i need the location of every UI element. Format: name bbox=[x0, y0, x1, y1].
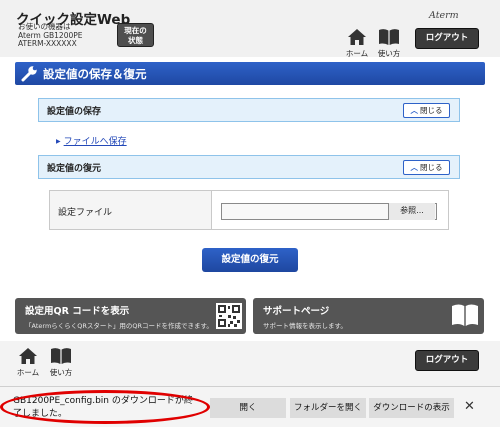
manual-nav-button[interactable]: 使い方 bbox=[376, 29, 402, 59]
panel-header: 設定値の保存＆復元 bbox=[15, 62, 485, 85]
book-icon bbox=[379, 29, 399, 45]
close-label: 閉じる bbox=[420, 106, 443, 115]
save-section-close-button[interactable]: ︿ 閉じる bbox=[403, 103, 450, 118]
file-label-cell: 設定ファイル bbox=[50, 191, 212, 229]
save-section-title: 設定値の保存 bbox=[47, 107, 102, 117]
qr-button-title: 設定用QR コードを表示 bbox=[25, 306, 130, 317]
close-icon[interactable]: ✕ bbox=[464, 400, 475, 414]
open-file-button[interactable]: 開く bbox=[210, 398, 286, 418]
download-bar: GB1200PE_config.bin のダウンロードが終 了しました。 開く … bbox=[0, 386, 500, 427]
footer-manual-button[interactable]: 使い方 bbox=[48, 348, 74, 378]
restore-section-title: 設定値の復元 bbox=[47, 164, 102, 174]
book-icon bbox=[452, 304, 478, 326]
support-button-title: サポートページ bbox=[263, 306, 330, 317]
status-label-line2: 状態 bbox=[128, 35, 143, 45]
footer-logout-button[interactable]: ログアウト bbox=[415, 350, 479, 371]
close-label: 閉じる bbox=[420, 163, 443, 172]
brand-logo: Aterm bbox=[429, 10, 459, 21]
panel-title: 設定値の保存＆復元 bbox=[43, 67, 147, 81]
download-message-line2: 了しました。 bbox=[13, 408, 68, 419]
save-to-file-link[interactable]: ▶ ファイルへ保存 bbox=[56, 134, 127, 147]
wrench-icon bbox=[21, 66, 37, 82]
footer-home-label: ホーム bbox=[16, 368, 40, 377]
triangle-right-icon: ▶ bbox=[56, 138, 61, 145]
logout-button[interactable]: ログアウト bbox=[415, 28, 479, 49]
restore-settings-button[interactable]: 設定値の復元 bbox=[202, 248, 298, 272]
book-icon bbox=[51, 348, 71, 364]
device-name: ATERM-XXXXXX bbox=[18, 39, 77, 49]
settings-file-row: 設定ファイル 参照... bbox=[49, 190, 449, 230]
restore-section-header[interactable]: 設定値の復元 ︿ 閉じる bbox=[38, 155, 460, 179]
status-label-line1: 現在の bbox=[124, 26, 147, 35]
restore-section-close-button[interactable]: ︿ 閉じる bbox=[403, 160, 450, 175]
home-icon bbox=[19, 348, 37, 364]
current-status-button[interactable]: 現在の 状態 bbox=[117, 23, 154, 47]
device-info: お使いの機器は Aterm GB1200PE ATERM-XXXXXX bbox=[18, 22, 83, 49]
chevron-up-icon: ︿ bbox=[410, 106, 419, 115]
save-section-header[interactable]: 設定値の保存 ︿ 閉じる bbox=[38, 98, 460, 122]
download-message-line1: GB1200PE_config.bin のダウンロードが終 bbox=[13, 396, 193, 406]
chevron-up-icon: ︿ bbox=[410, 163, 419, 172]
save-to-file-label: ファイルへ保存 bbox=[63, 137, 127, 147]
download-message: GB1200PE_config.bin のダウンロードが終 了しました。 bbox=[13, 395, 203, 420]
home-nav-button[interactable]: ホーム bbox=[344, 29, 370, 59]
home-icon bbox=[348, 29, 366, 45]
show-downloads-button[interactable]: ダウンロードの表示 bbox=[369, 398, 454, 418]
footer-manual-label: 使い方 bbox=[49, 368, 73, 377]
support-page-button[interactable]: サポートページ サポート情報を表示します。 bbox=[253, 298, 484, 334]
support-button-description: サポート情報を表示します。 bbox=[263, 322, 347, 330]
open-folder-button[interactable]: フォルダーを開く bbox=[290, 398, 366, 418]
manual-label: 使い方 bbox=[377, 49, 401, 58]
footer-home-button[interactable]: ホーム bbox=[15, 348, 41, 378]
settings-file-label: 設定ファイル bbox=[58, 208, 113, 218]
show-qr-code-button[interactable]: 設定用QR コードを表示 「AtermらくらくQRスタート」用のQRコードを作成… bbox=[15, 298, 246, 334]
qr-button-description: 「AtermらくらくQRスタート」用のQRコードを作成できます。 bbox=[25, 322, 213, 330]
browse-button[interactable]: 参照... bbox=[388, 203, 435, 220]
footer: ホーム 使い方 ログアウト bbox=[0, 341, 500, 386]
qr-code-icon bbox=[216, 303, 242, 329]
header: クイック設定Web お使いの機器は Aterm GB1200PE ATERM-X… bbox=[0, 0, 500, 59]
home-label: ホーム bbox=[345, 49, 369, 58]
